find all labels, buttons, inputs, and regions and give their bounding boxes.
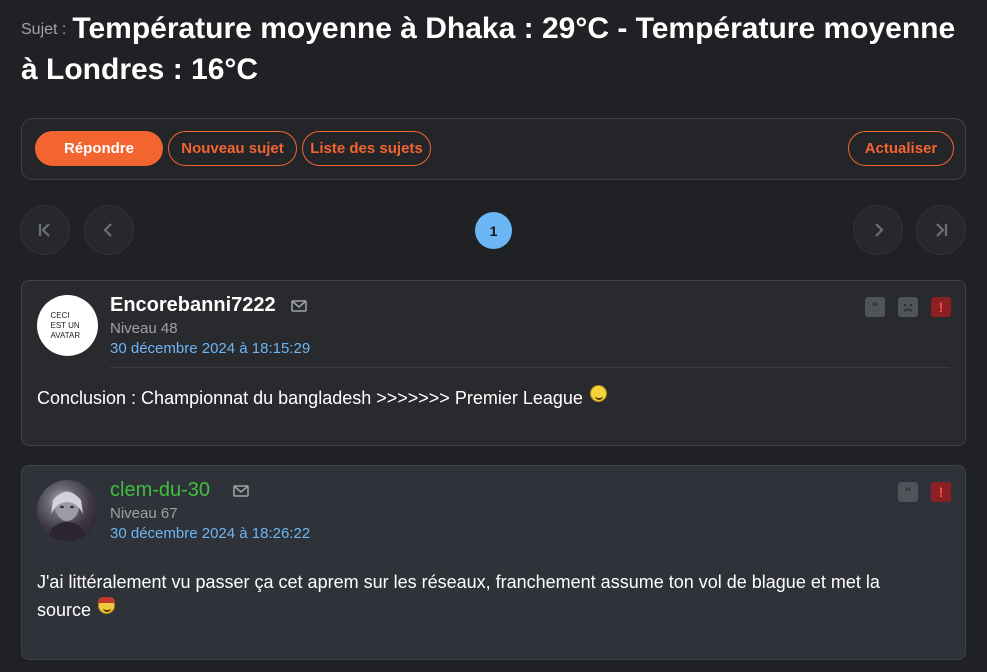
report-icon[interactable]: ! [931, 297, 951, 317]
post-date[interactable]: 30 décembre 2024 à 18:15:29 [110, 340, 310, 357]
avatar-image [47, 491, 87, 541]
forum-topic-page: Sujet : Température moyenne à Dhaka : 29°… [0, 0, 987, 672]
mail-icon[interactable] [291, 300, 307, 312]
topic-toolbar: Répondre Nouveau sujet Liste des sujets … [21, 118, 966, 180]
reply-button[interactable]: Répondre [35, 131, 163, 166]
last-page-icon [936, 223, 948, 237]
refresh-button[interactable]: Actualiser [848, 131, 954, 166]
topic-list-button[interactable]: Liste des sujets [302, 131, 431, 166]
smiley-icon [589, 385, 607, 402]
forum-post: CECI EST UN AVATAR Encorebanni7222 Nivea… [21, 280, 966, 446]
post-author[interactable]: clem-du-30 [110, 479, 210, 502]
topic-title: Température moyenne à Dhaka : 29°C - Tem… [21, 12, 956, 86]
report-icon[interactable]: ! [931, 482, 951, 502]
post-message: Conclusion : Championnat du bangladesh >… [37, 384, 925, 412]
avatar[interactable] [37, 480, 98, 541]
last-page-button[interactable] [916, 205, 966, 255]
forum-post: clem-du-30 Niveau 67 30 décembre 2024 à … [21, 465, 966, 660]
topic-header: Sujet : Température moyenne à Dhaka : 29°… [21, 8, 961, 90]
pirate-smiley-icon [98, 597, 116, 614]
previous-page-button[interactable] [84, 205, 134, 255]
topic-prefix: Sujet : [21, 21, 67, 38]
post-author[interactable]: Encorebanni7222 [110, 294, 276, 317]
quote-icon[interactable]: " [898, 482, 918, 502]
avatar[interactable]: CECI EST UN AVATAR [37, 295, 98, 356]
mail-icon[interactable] [233, 485, 249, 497]
post-date[interactable]: 30 décembre 2024 à 18:26:22 [110, 525, 310, 542]
next-page-button[interactable] [853, 205, 903, 255]
author-level: Niveau 67 [110, 505, 178, 522]
mp-icon[interactable] [898, 297, 918, 317]
author-level: Niveau 48 [110, 320, 178, 337]
new-topic-button[interactable]: Nouveau sujet [168, 131, 297, 166]
current-page-indicator[interactable]: 1 [475, 212, 512, 249]
chevron-right-icon [875, 223, 884, 237]
first-page-icon [38, 223, 50, 237]
post-message-text: Conclusion : Championnat du bangladesh >… [37, 388, 583, 408]
sad-face-glyph [903, 303, 913, 312]
quote-icon[interactable]: " [865, 297, 885, 317]
chevron-left-icon [103, 223, 112, 237]
first-page-button[interactable] [20, 205, 70, 255]
avatar-text: CECI EST UN AVATAR [50, 310, 81, 340]
post-message: J'ai littéralement vu passer ça cet apre… [37, 568, 925, 624]
post-message-text: J'ai littéralement vu passer ça cet apre… [37, 572, 880, 620]
post-divider [110, 367, 950, 368]
